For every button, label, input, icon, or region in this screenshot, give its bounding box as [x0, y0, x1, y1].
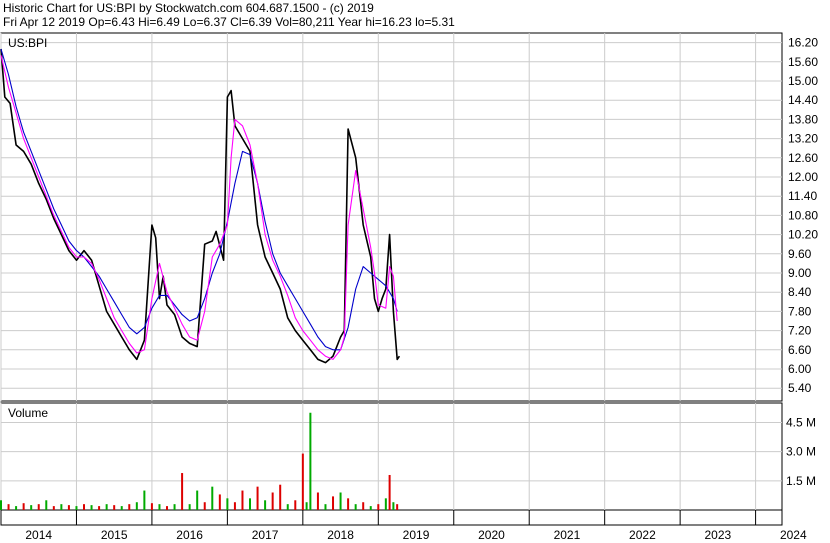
- price-tick-label: 6.60: [788, 343, 812, 357]
- price-tick-label: 9.60: [788, 247, 812, 261]
- price-tick-label: 12.60: [788, 151, 818, 165]
- price-tick-label: 8.40: [788, 285, 812, 299]
- year-tick-label: 2018: [327, 528, 354, 542]
- volume-panel: [0, 402, 783, 511]
- year-tick-label: 2016: [176, 528, 203, 542]
- price-tick-label: 13.80: [788, 112, 818, 126]
- volume-tick-label: 3.0 M: [786, 445, 816, 459]
- price-tick-label: 15.60: [788, 55, 818, 69]
- price-tick-label: 10.80: [788, 208, 818, 222]
- year-tick-label: 2024: [780, 528, 807, 542]
- price-tick-label: 16.20: [788, 36, 818, 50]
- year-tick-label: 2019: [403, 528, 430, 542]
- price-tick-label: 10.20: [788, 228, 818, 242]
- date-axis-bar: [0, 509, 783, 526]
- price-panel: [0, 32, 783, 402]
- price-tick-label: 14.40: [788, 93, 818, 107]
- price-tick-label: 11.40: [788, 189, 817, 203]
- price-tick-label: 7.20: [788, 324, 812, 338]
- year-tick-label: 2023: [705, 528, 732, 542]
- price-tick-label: 5.40: [788, 381, 812, 395]
- year-tick-label: 2022: [629, 528, 656, 542]
- volume-tick-label: 1.5 M: [786, 474, 816, 488]
- volume-tick-labels: 4.5 M 3.0 M 1.5 M: [786, 415, 816, 487]
- year-tick-label: 2015: [101, 528, 128, 542]
- symbol-label: US:BPI: [8, 36, 47, 50]
- price-volume-chart: 16.20 15.60 15.00 14.40 13.80 13.20 12.60 12.00…: [0, 32, 818, 542]
- price-tick-label: 9.00: [788, 266, 812, 280]
- year-tick-label: 2017: [252, 528, 279, 542]
- year-tick-labels: 2014 2015 2016 2017 2018 2019 2020 2021 2022 2023…: [25, 528, 807, 542]
- year-tick-label: 2020: [478, 528, 505, 542]
- year-tick-label: 2014: [25, 528, 52, 542]
- price-tick-label: 12.00: [788, 170, 818, 184]
- price-tick-labels: 16.20 15.60 15.00 14.40 13.80 13.20 12.60 12.00…: [788, 36, 818, 396]
- price-tick-label: 15.00: [788, 74, 818, 88]
- price-tick-label: 6.00: [788, 362, 812, 376]
- volume-panel-label: Volume: [8, 406, 48, 420]
- price-tick-label: 13.20: [788, 132, 818, 146]
- price-tick-label: 7.80: [788, 304, 812, 318]
- year-tick-label: 2021: [554, 528, 581, 542]
- volume-tick-label: 4.5 M: [786, 415, 816, 429]
